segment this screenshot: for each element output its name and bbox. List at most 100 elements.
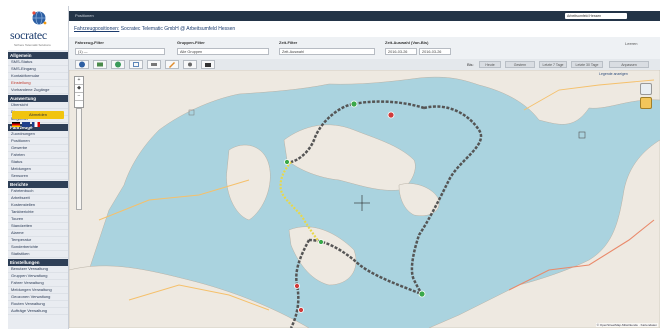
zoom-in-button[interactable]: + bbox=[75, 77, 83, 85]
pan-button[interactable]: ◆ bbox=[75, 85, 83, 93]
range-7days[interactable]: Letzte 7 Tage bbox=[539, 61, 567, 68]
sidebar-item[interactable]: Alarme bbox=[8, 230, 68, 237]
range-custom[interactable]: Anpassen bbox=[609, 61, 649, 68]
range-30days[interactable]: Letzte 30 Tage bbox=[571, 61, 603, 68]
brand-name: socratec bbox=[10, 28, 47, 42]
time-filter-label: Zeit-Filter bbox=[279, 40, 298, 45]
section-berichte: Berichte bbox=[8, 181, 68, 188]
sidebar-item[interactable]: Touren bbox=[8, 216, 68, 223]
sidebar-item[interactable]: Meldungen bbox=[8, 166, 68, 173]
group-filter-label: Gruppen-Filter bbox=[177, 40, 205, 45]
sidebar-item[interactable]: Fahrer Verwaltung bbox=[8, 280, 68, 287]
globe-tool-icon[interactable] bbox=[75, 60, 89, 69]
sidebar-item[interactable]: Standzeiten bbox=[8, 223, 68, 230]
sidebar-item[interactable]: Status bbox=[8, 159, 68, 166]
settings-tool-icon[interactable] bbox=[183, 60, 197, 69]
sidebar-item[interactable]: Einstellung bbox=[8, 80, 68, 87]
map-attribution: © OpenStreetMap-Mitwirkende · Kartendate… bbox=[595, 323, 658, 327]
section-auswertung: Auswertung bbox=[8, 95, 68, 102]
range-today[interactable]: Heute bbox=[479, 61, 501, 68]
workspace-select[interactable]: Arbeitsumfeld Hessen bbox=[565, 13, 627, 19]
section-einstellungen: Einstellungen bbox=[8, 259, 68, 266]
sidebar-item[interactable]: Kostenstellen bbox=[8, 202, 68, 209]
map-canvas bbox=[69, 70, 660, 328]
time-filter-select[interactable]: Zeit-Auswahl bbox=[279, 48, 375, 55]
zoom-control: + ◆ − bbox=[74, 76, 84, 108]
legend-link[interactable]: Legende anzeigen bbox=[599, 72, 628, 76]
date-range-label: Zeit-Auswahl (Von-Bis) bbox=[385, 40, 429, 45]
logo[interactable]: socratec Sichere Telematik Solutions bbox=[8, 6, 68, 50]
camera-tool-icon[interactable] bbox=[201, 60, 215, 69]
island-center bbox=[283, 124, 416, 191]
edit-tool-icon[interactable] bbox=[165, 60, 179, 69]
range-yesterday[interactable]: Gestern bbox=[505, 61, 535, 68]
globe-logo-icon bbox=[32, 11, 47, 25]
island-south bbox=[288, 226, 357, 286]
sidebar-item[interactable]: Tankberichte bbox=[8, 209, 68, 216]
coast-southwest bbox=[69, 265, 310, 328]
flag-en-icon[interactable] bbox=[22, 122, 30, 127]
sidebar-item[interactable]: Benutzer Verwaltung bbox=[8, 266, 68, 273]
sidebar-item[interactable]: Fahrten bbox=[8, 152, 68, 159]
date-from-input[interactable]: 2016-03-26 bbox=[385, 48, 417, 55]
island-left bbox=[226, 144, 271, 221]
flag-de-icon[interactable] bbox=[12, 122, 20, 127]
sidebar-item[interactable]: Temperatur bbox=[8, 237, 68, 244]
map-view[interactable]: + ◆ − Legende anzeigen © OpenStreetMap-M… bbox=[69, 70, 660, 328]
top-bar-title: Positionen bbox=[75, 13, 94, 18]
layers-tool-icon[interactable] bbox=[129, 60, 143, 69]
breadcrumb-link[interactable]: Fahrzeugpositionen: bbox=[74, 26, 119, 32]
marker-green-2 bbox=[418, 290, 426, 298]
vehicle-filter-label: Fahrzeug-Filter bbox=[75, 40, 104, 45]
bis-label: Bis: bbox=[467, 62, 474, 67]
sidebar: socratec Sichere Telematik Solutions All… bbox=[8, 6, 69, 329]
sidebar-item[interactable]: Arbeitszeit bbox=[8, 195, 68, 202]
print-tool-icon[interactable] bbox=[147, 60, 161, 69]
map-layer-switch-icon[interactable] bbox=[640, 83, 652, 95]
sidebar-item[interactable]: Fahrtenbuch bbox=[8, 188, 68, 195]
clear-button[interactable]: Leeren bbox=[625, 41, 637, 46]
marker-red-2 bbox=[294, 283, 300, 289]
sidebar-item[interactable]: Sensoren bbox=[8, 173, 68, 180]
top-bar: Positionen Arbeitsumfeld Hessen bbox=[69, 11, 660, 21]
sidebar-item[interactable]: Gewerbe bbox=[8, 145, 68, 152]
earth-tool-icon[interactable] bbox=[111, 60, 125, 69]
sidebar-item[interactable]: Positionen bbox=[8, 138, 68, 145]
sidebar-item[interactable]: Statistiken bbox=[8, 251, 68, 258]
marker-red-1 bbox=[387, 111, 395, 119]
marker-red-3 bbox=[298, 307, 304, 313]
section-allgemein: Allgemein bbox=[8, 52, 68, 59]
sidebar-item[interactable]: Meldungen Verwaltung bbox=[8, 287, 68, 294]
sidebar-item[interactable]: SMS-Eingang bbox=[8, 66, 68, 73]
logout-button[interactable]: Abmelden bbox=[12, 111, 64, 119]
map-poi-icon bbox=[578, 131, 586, 139]
sidebar-item[interactable]: SMS-Status bbox=[8, 59, 68, 66]
date-to-input[interactable]: 2016-03-26 bbox=[419, 48, 451, 55]
sidebar-item[interactable]: Aufträge Verwaltung bbox=[8, 308, 68, 315]
sidebar-item[interactable]: Gruppen Verwaltung bbox=[8, 273, 68, 280]
sidebar-item[interactable]: Sonderberichte bbox=[8, 244, 68, 251]
sidebar-item[interactable]: Zuordnungen bbox=[8, 131, 68, 138]
filter-bar: Fahrzeug-Filter (1) — Gruppen-Filter All… bbox=[69, 37, 660, 60]
flag-fr-icon[interactable] bbox=[32, 122, 40, 127]
marker-green-3 bbox=[284, 159, 290, 165]
breadcrumb-text: Socratec Telematic GmbH @ Arbeitsumfeld … bbox=[120, 26, 236, 32]
app-window: socratec Sichere Telematik Solutions All… bbox=[0, 0, 668, 331]
mainland-east bbox=[428, 139, 660, 328]
zoom-slider[interactable] bbox=[76, 108, 82, 210]
zoom-out-button[interactable]: − bbox=[75, 93, 83, 101]
vehicle-filter-select[interactable]: (1) — bbox=[75, 48, 165, 55]
map-crosshair-icon bbox=[354, 195, 370, 211]
sidebar-item[interactable]: Geozonen Verwaltung bbox=[8, 294, 68, 301]
language-flags bbox=[12, 122, 64, 128]
breadcrumb: Fahrzeugpositionen: Socratec Telematic G… bbox=[69, 21, 660, 38]
group-filter-select[interactable]: Alle Gruppen bbox=[177, 48, 269, 55]
marker-green-1 bbox=[350, 100, 358, 108]
brand-tagline: Sichere Telematik Solutions bbox=[14, 43, 51, 47]
photo-tool-icon[interactable] bbox=[93, 60, 107, 69]
sidebar-item[interactable]: Vorhandene Zugänge bbox=[8, 87, 68, 94]
map-settings-icon[interactable] bbox=[640, 97, 652, 109]
sidebar-item[interactable]: Routen Verwaltung bbox=[8, 301, 68, 308]
sidebar-item[interactable]: Kontaktformular bbox=[8, 73, 68, 80]
marker-green-4 bbox=[318, 239, 324, 245]
